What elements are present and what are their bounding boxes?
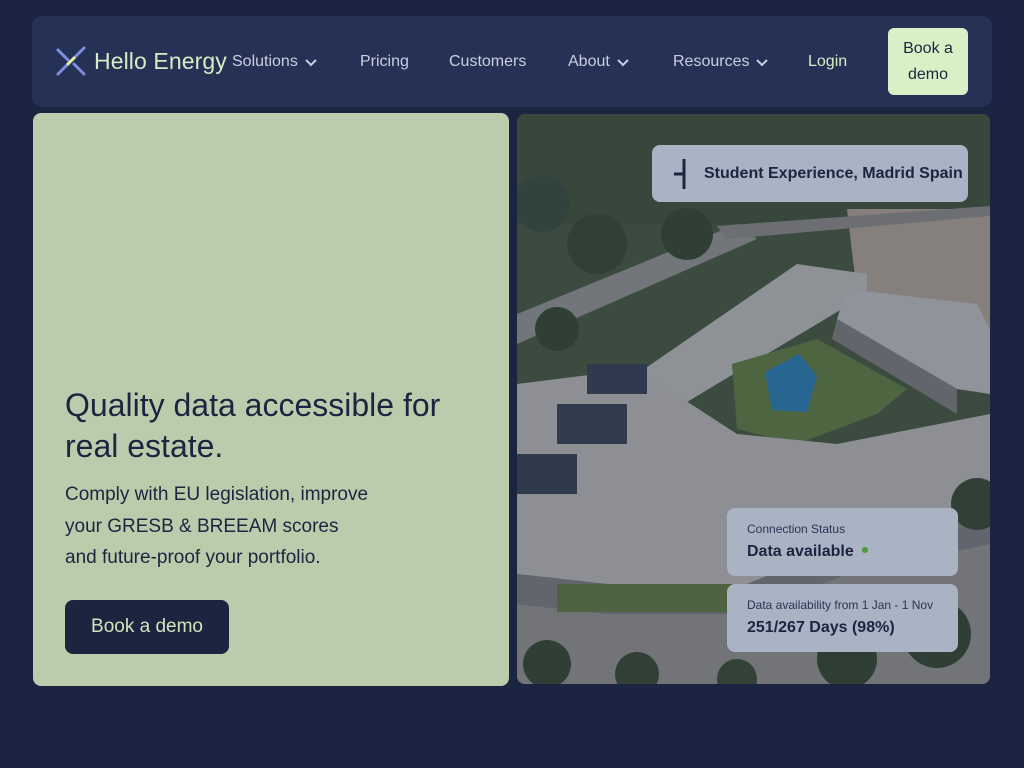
data-availability-value: 251/267 Days (98%) xyxy=(747,619,895,636)
connection-status-text: Data available xyxy=(747,543,854,560)
nav-item-label: About xyxy=(568,53,610,70)
hero-subtitle: Comply with EU legislation, improve your… xyxy=(65,479,485,574)
data-availability-card: Data availability from 1 Jan - 1 Nov 251… xyxy=(727,584,958,652)
chevron-down-icon xyxy=(616,57,630,67)
location-label: Student Experience, Madrid Spain xyxy=(704,164,963,182)
chevron-down-icon xyxy=(304,57,318,67)
connection-status-value: Data available xyxy=(747,543,868,561)
nav-item-solutions[interactable]: Solutions xyxy=(232,52,318,72)
hero-card: Quality data accessible for real estate.… xyxy=(33,113,509,686)
brand-logo[interactable]: Hello Energy xyxy=(54,44,227,78)
nav-item-label: Solutions xyxy=(232,53,298,70)
book-demo-nav-button[interactable]: Book a demo xyxy=(888,28,968,95)
nav-item-about[interactable]: About xyxy=(568,52,630,72)
nav-item-label: Resources xyxy=(673,53,750,70)
hero-subtitle-line: your GRESB & BREEAM scores xyxy=(65,515,339,537)
login-link[interactable]: Login xyxy=(808,52,847,72)
nav-item-resources[interactable]: Resources xyxy=(673,52,769,72)
hero-title: Quality data accessible for real estate. xyxy=(65,387,441,464)
connection-status-label: Connection Status xyxy=(747,522,846,536)
location-marker-icon xyxy=(674,158,686,189)
nav-item-pricing[interactable]: Pricing xyxy=(360,52,409,72)
hero-subtitle-line: Comply with EU legislation, improve xyxy=(65,484,369,505)
showcase-photo-card: Student Experience, Madrid Spain Connect… xyxy=(517,114,990,684)
nav-item-label: Pricing xyxy=(360,53,409,70)
book-demo-hero-button[interactable]: Book a demo xyxy=(65,600,229,654)
hello-energy-logo-icon xyxy=(56,46,86,76)
top-navbar: Hello Energy Solutions Pricing Customers… xyxy=(32,16,992,107)
hero-subtitle-line: and future-proof your portfolio. xyxy=(65,547,321,568)
nav-item-customers[interactable]: Customers xyxy=(449,52,526,72)
connection-status-card: Connection Status Data available xyxy=(727,508,958,576)
brand-name: Hello Energy xyxy=(94,47,227,74)
chevron-down-icon xyxy=(755,57,769,67)
location-tag: Student Experience, Madrid Spain xyxy=(652,145,968,202)
nav-item-label: Customers xyxy=(449,53,527,70)
status-indicator-icon xyxy=(861,546,868,553)
data-availability-label: Data availability from 1 Jan - 1 Nov xyxy=(747,598,934,612)
